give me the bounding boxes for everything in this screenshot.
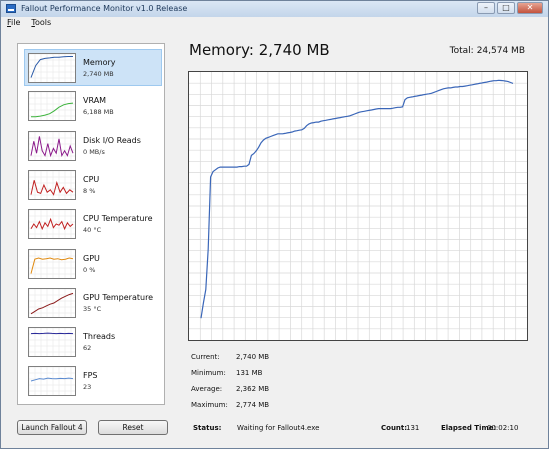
gpu-thumbnail <box>28 248 76 279</box>
title-bar[interactable]: Fallout Performance Monitor v1.0 Release… <box>1 1 548 17</box>
minimize-button[interactable]: – <box>477 2 495 14</box>
cpu-thumbnail <box>28 169 76 200</box>
page-title: Memory: 2,740 MB <box>189 41 330 59</box>
launch-fallout-button[interactable]: Launch Fallout 4 <box>17 420 87 435</box>
fps-value: 23 <box>83 383 92 392</box>
status-value: Waiting for Fallout4.exe <box>237 424 320 432</box>
disk-i-o-reads-label: Disk I/O Reads <box>83 135 141 145</box>
memory-label: Memory <box>83 58 116 67</box>
disk-i-o-reads-thumbnail <box>28 130 76 161</box>
sidebar-item-gpu[interactable]: GPU 0 % <box>25 246 159 283</box>
memory-chart <box>188 71 528 341</box>
cpu-temperature-value: 40 °C <box>83 226 102 235</box>
sidebar-item-memory[interactable]: Memory 2,740 MB <box>24 49 162 86</box>
vram-value: 6,188 MB <box>83 108 114 117</box>
cpu-label: CPU <box>83 174 100 184</box>
stat-row-current: Current: 2,740 MB <box>191 353 391 365</box>
threads-label: Threads <box>83 332 116 342</box>
stat-row-minimum: Minimum: 131 MB <box>191 369 391 381</box>
sidebar-item-cpu-temperature[interactable]: CPU Temperature 40 °C <box>25 206 159 243</box>
metric-list: Memory 2,740 MB VRAM 6,188 MB Disk I/O Reads… <box>17 43 165 405</box>
threads-thumbnail <box>28 327 76 358</box>
sidebar-item-threads[interactable]: Threads 62 <box>25 324 159 361</box>
stat-label: Average: <box>191 385 223 393</box>
gpu-temperature-value: 35 °C <box>83 304 102 313</box>
total-memory: Total: 24,574 MB <box>449 46 525 56</box>
threads-value: 62 <box>83 344 92 353</box>
cpu-temperature-label: CPU Temperature <box>83 214 153 224</box>
fps-thumbnail <box>28 366 76 397</box>
stat-value: 2,774 MB <box>236 401 270 409</box>
maximize-button[interactable]: □ <box>497 2 515 14</box>
status-label: Status: <box>193 424 222 432</box>
sidebar-item-disk-i-o-reads[interactable]: Disk I/O Reads 0 MB/s <box>25 128 159 165</box>
sidebar-item-fps[interactable]: FPS 23 <box>25 363 159 400</box>
memory-chart-svg <box>189 72 527 340</box>
menu-bar: File Tools <box>1 17 548 30</box>
stat-label: Minimum: <box>191 369 226 377</box>
count-value: 131 <box>406 424 420 432</box>
stat-value: 2,740 MB <box>236 353 270 361</box>
gpu-value: 0 % <box>83 265 96 274</box>
count-label: Count: <box>381 424 408 432</box>
memory-value: 2,740 MB <box>83 70 114 78</box>
menu-tools[interactable]: Tools <box>25 17 56 30</box>
sidebar-item-gpu-temperature[interactable]: GPU Temperature 35 °C <box>25 285 159 322</box>
stat-label: Maximum: <box>191 401 228 409</box>
stat-value: 131 MB <box>236 369 263 377</box>
elapsed-value: 00:02:10 <box>487 424 519 432</box>
stat-label: Current: <box>191 353 220 361</box>
cpu-value: 8 % <box>83 186 96 195</box>
sidebar-item-cpu[interactable]: CPU 8 % <box>25 167 159 204</box>
close-button[interactable]: ✕ <box>517 2 543 14</box>
gpu-label: GPU <box>83 253 100 263</box>
memory-thumbnail <box>28 53 76 83</box>
app-icon <box>6 4 16 13</box>
fps-label: FPS <box>83 371 98 381</box>
stat-value: 2,362 MB <box>236 385 270 393</box>
sidebar-item-vram[interactable]: VRAM 6,188 MB <box>25 88 159 125</box>
gpu-temperature-thumbnail <box>28 287 76 318</box>
vram-thumbnail <box>28 91 76 122</box>
stat-row-average: Average: 2,362 MB <box>191 385 391 397</box>
reset-button[interactable]: Reset <box>98 420 168 435</box>
disk-i-o-reads-value: 0 MB/s <box>83 147 105 156</box>
menu-file[interactable]: File <box>1 17 25 30</box>
cpu-temperature-thumbnail <box>28 209 76 240</box>
window-title: Fallout Performance Monitor v1.0 Release <box>21 4 188 13</box>
vram-label: VRAM <box>83 96 107 106</box>
gpu-temperature-label: GPU Temperature <box>83 292 154 302</box>
stat-row-maximum: Maximum: 2,774 MB <box>191 401 391 413</box>
app-window: Fallout Performance Monitor v1.0 Release… <box>0 0 549 449</box>
memory-series-line <box>200 79 514 319</box>
